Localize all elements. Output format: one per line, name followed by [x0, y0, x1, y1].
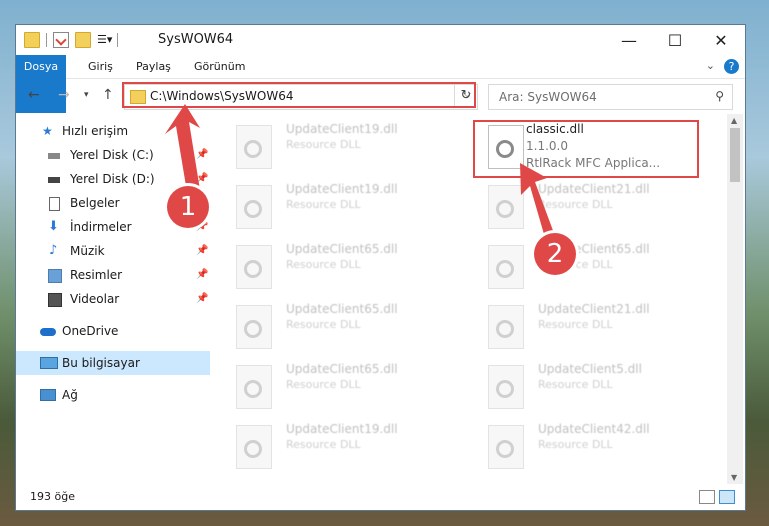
step-badge-1: 1	[167, 186, 209, 228]
arrow-1	[165, 104, 201, 198]
step-badge-2: 2	[534, 233, 576, 275]
annotation-arrows	[165, 104, 558, 248]
